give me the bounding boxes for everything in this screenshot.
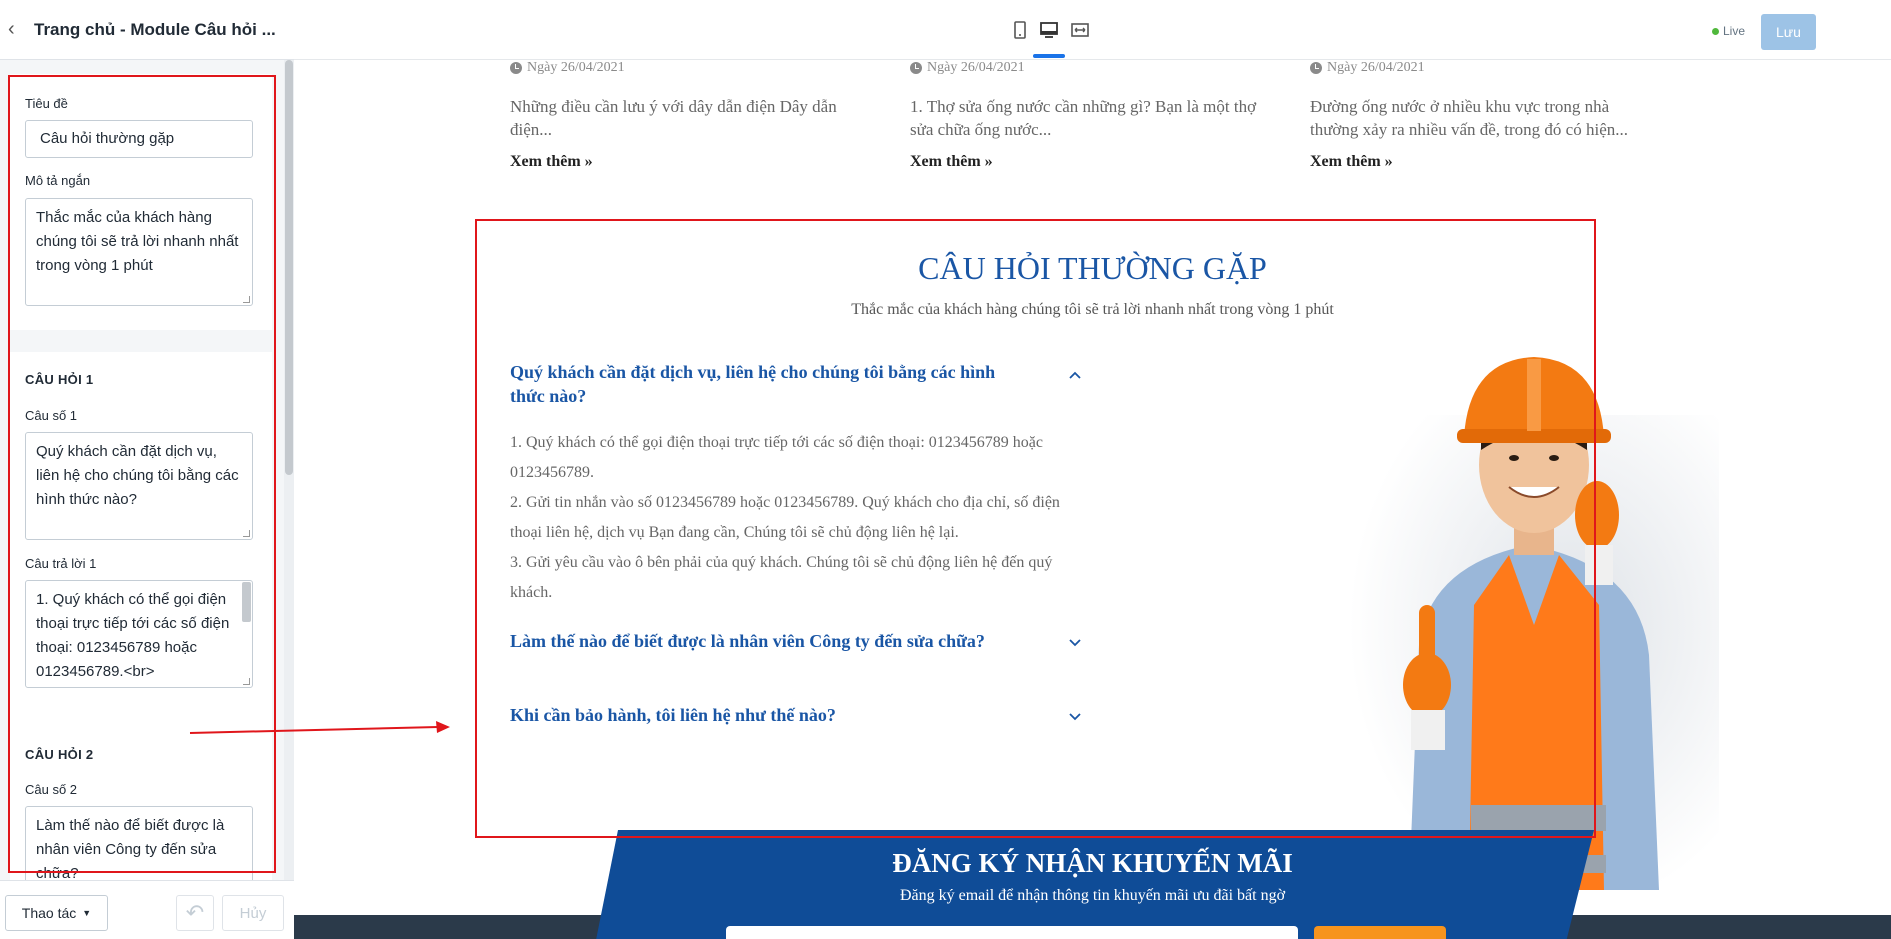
general-section: Tiêu đề Câu hỏi thường gặp Mô tả ngắn Th…: [10, 74, 272, 330]
question-1-label: Câu số 1: [25, 408, 78, 423]
panel-scrollbar[interactable]: [284, 60, 294, 880]
desc-label: Mô tả ngắn: [25, 173, 91, 188]
cancel-button[interactable]: Hủy: [222, 895, 284, 931]
question-2-section: CÂU HỎI 2 Câu số 2 Làm thế nào để biết đ…: [10, 725, 272, 880]
news-date: Ngày 26/04/2021: [1310, 60, 1660, 76]
news-date: Ngày 26/04/2021: [510, 60, 860, 76]
faq-question-3[interactable]: Khi cần bảo hành, tôi liên hệ như thế nà…: [510, 703, 1030, 727]
promo-banner-shape: [596, 830, 1594, 939]
read-more-link[interactable]: Xem thêm »: [910, 153, 1260, 171]
question-1-section: CÂU HỎI 1 Câu số 1 Quý khách cần đặt dịc…: [10, 352, 272, 732]
title-label: Tiêu đề: [25, 96, 68, 111]
actions-dropdown[interactable]: Thao tác ▼: [5, 895, 108, 931]
resize-grip-icon[interactable]: [243, 530, 250, 537]
question-2-text: Làm thế nào để biết được là nhân viên Cô…: [36, 817, 225, 880]
worker-illustration: [1349, 357, 1719, 890]
active-device-indicator: [1033, 54, 1065, 58]
caret-down-icon: ▼: [82, 908, 92, 918]
panel-footer: Thao tác ▼ ↶ Hủy: [0, 880, 294, 939]
question-1-text: Quý khách cần đặt dịch vụ, liên hệ cho c…: [36, 443, 239, 508]
read-more-link[interactable]: Xem thêm »: [510, 153, 860, 171]
faq-answer-1: 1. Quý khách có thể gọi điện thoại trực …: [510, 428, 1070, 608]
promo-title: ĐĂNG KÝ NHẬN KHUYẾN MÃI: [892, 848, 1293, 878]
answer-line: 2. Gửi tin nhắn vào số 0123456789 hoặc 0…: [510, 494, 1060, 541]
panel-scroll-area: Tiêu đề Câu hỏi thường gặp Mô tả ngắn Th…: [0, 60, 294, 880]
news-card: Ngày 26/04/2021 1. Thợ sửa ống nước cần …: [910, 60, 1260, 171]
live-status: Live: [1712, 24, 1745, 38]
clock-icon: [910, 62, 922, 74]
mobile-icon[interactable]: [1010, 20, 1030, 40]
promo-submit-button[interactable]: [1314, 926, 1446, 939]
read-more-link[interactable]: Xem thêm »: [1310, 153, 1660, 171]
title-input[interactable]: Câu hỏi thường gặp: [25, 120, 253, 158]
answer-1-textarea[interactable]: 1. Quý khách có thể gọi điện thoại trực …: [25, 580, 253, 688]
textarea-scrollbar[interactable]: [242, 582, 251, 622]
question-1-textarea[interactable]: Quý khách cần đặt dịch vụ, liên hệ cho c…: [25, 432, 253, 540]
live-label: Live: [1723, 24, 1746, 38]
clock-icon: [510, 62, 522, 74]
undo-icon: ↶: [185, 900, 205, 925]
answer-1-label: Câu trả lời 1: [25, 556, 97, 571]
promo-subtitle: Đăng ký email để nhận thông tin khuyến m…: [899, 887, 1286, 904]
editor-panel: ‹ Trang chủ - Module Câu hỏi ... Tiêu đề…: [0, 0, 294, 939]
question-2-label: Câu số 2: [25, 782, 78, 797]
news-card: Ngày 26/04/2021 Đường ống nước ở nhiều k…: [1310, 60, 1660, 171]
news-excerpt: 1. Thợ sửa ống nước cần những gì? Bạn là…: [910, 97, 1257, 139]
annotation-arrow-icon: [189, 721, 450, 734]
news-card: Ngày 26/04/2021 Những điều cần lưu ý với…: [510, 60, 860, 171]
answer-1-text: 1. Quý khách có thể gọi điện thoại trực …: [36, 591, 230, 680]
question-2-textarea[interactable]: Làm thế nào để biết được là nhân viên Cô…: [25, 806, 253, 880]
news-date-text: Ngày 26/04/2021: [1327, 60, 1425, 75]
desktop-icon[interactable]: [1039, 20, 1059, 40]
clock-icon: [1310, 62, 1322, 74]
panel-header: ‹ Trang chủ - Module Câu hỏi ...: [0, 0, 294, 60]
desc-text: Thắc mắc của khách hàng chúng tôi sẽ trả…: [36, 209, 239, 274]
back-arrow-icon[interactable]: ‹: [8, 18, 30, 41]
news-excerpt: Những điều cần lưu ý với dây dẫn điện Dâ…: [510, 97, 837, 139]
live-dot-icon: [1712, 27, 1719, 35]
page-preview: Ngày 26/04/2021 Những điều cần lưu ý với…: [294, 60, 1891, 939]
resize-grip-icon[interactable]: [243, 296, 250, 303]
news-excerpt: Đường ống nước ở nhiều khu vực trong nhà…: [1310, 97, 1628, 139]
chevron-down-icon[interactable]: [1067, 634, 1083, 650]
desc-textarea[interactable]: Thắc mắc của khách hàng chúng tôi sẽ trả…: [25, 198, 253, 306]
question-1-heading: CÂU HỎI 1: [25, 372, 94, 387]
save-button[interactable]: Lưu: [1761, 14, 1816, 50]
chevron-up-icon[interactable]: [1067, 367, 1083, 383]
faq-subtitle: Thắc mắc của khách hàng chúng tôi sẽ trả…: [851, 301, 1334, 318]
news-date-text: Ngày 26/04/2021: [927, 60, 1025, 75]
faq-title: CÂU HỎI THƯỜNG GẶP: [918, 250, 1267, 286]
news-date: Ngày 26/04/2021: [910, 60, 1260, 76]
resize-grip-icon[interactable]: [243, 678, 250, 685]
chevron-down-icon[interactable]: [1067, 708, 1083, 724]
faq-question-2[interactable]: Làm thế nào để biết được là nhân viên Cô…: [510, 629, 1030, 653]
faq-question-1[interactable]: Quý khách cần đặt dịch vụ, liên hệ cho c…: [510, 360, 1030, 408]
question-2-heading: CÂU HỎI 2: [25, 747, 94, 762]
panel-title: Trang chủ - Module Câu hỏi ...: [34, 19, 276, 39]
news-date-text: Ngày 26/04/2021: [527, 60, 625, 75]
actions-label: Thao tác: [21, 905, 77, 921]
answer-line: 3. Gửi yêu cầu vào ô bên phải của quý kh…: [510, 554, 1053, 601]
answer-line: 1. Quý khách có thể gọi điện thoại trực …: [510, 434, 1043, 481]
panel-scrollbar-thumb[interactable]: [285, 60, 293, 475]
undo-button[interactable]: ↶: [176, 895, 214, 931]
preview-toolbar: Live Lưu: [294, 0, 1891, 60]
fullwidth-icon[interactable]: [1070, 20, 1090, 40]
promo-email-input[interactable]: [726, 926, 1298, 939]
